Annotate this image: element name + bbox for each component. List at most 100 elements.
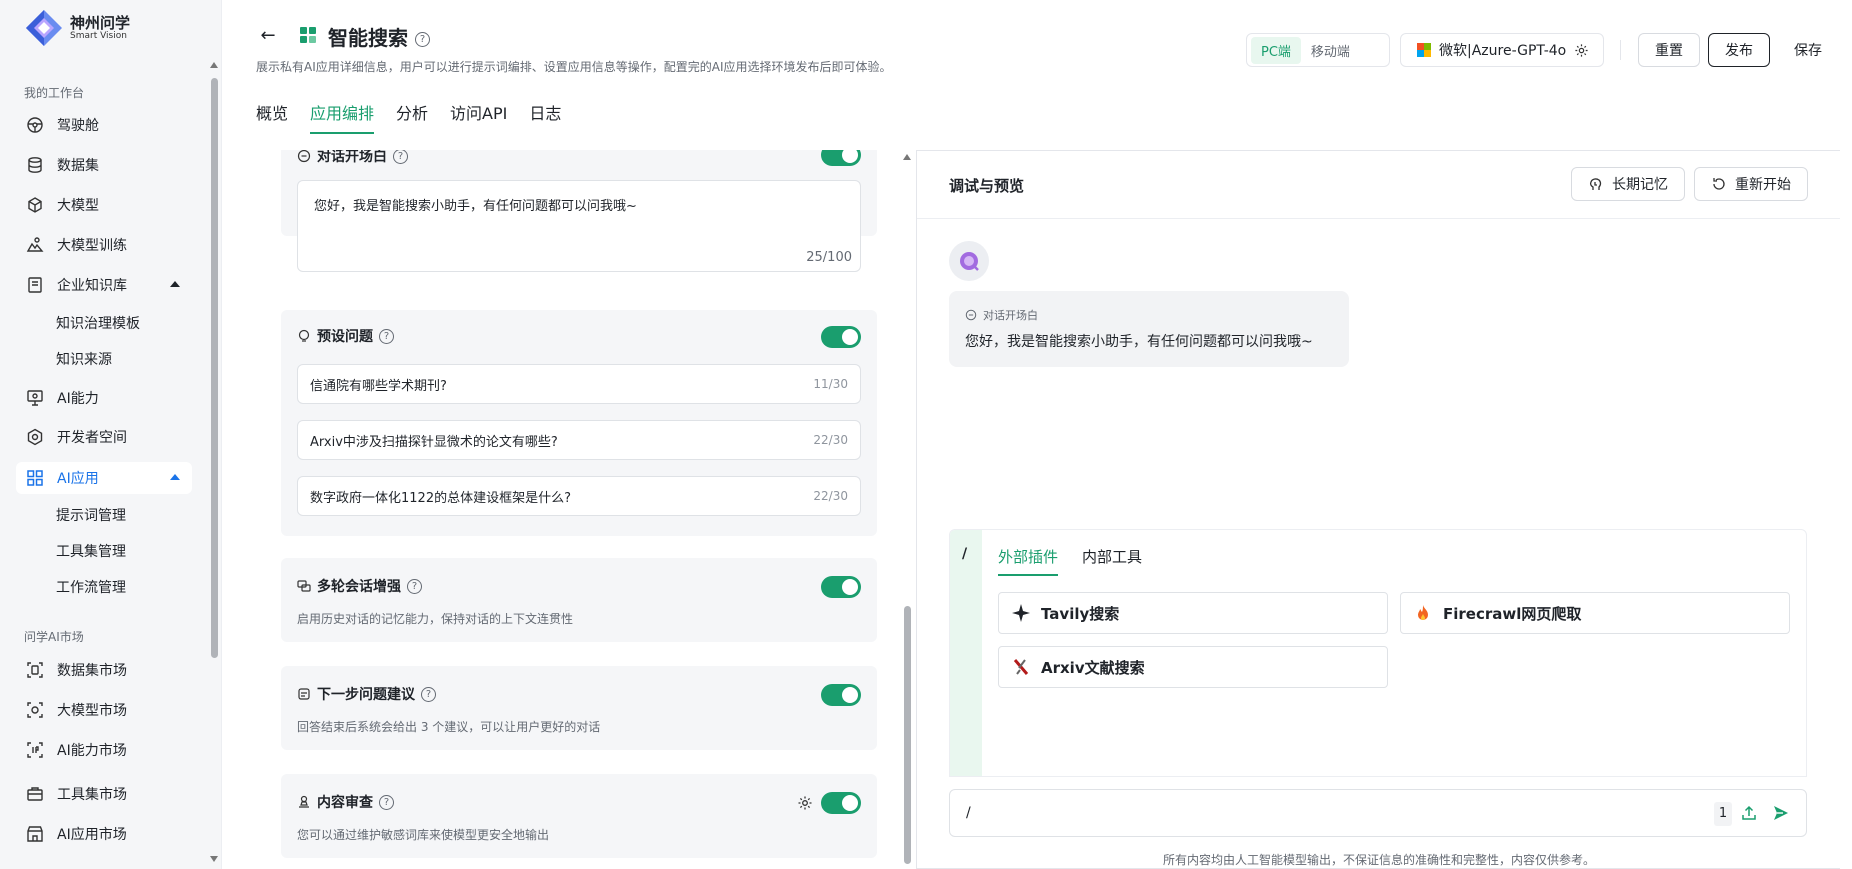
sidebar-item-label: 企业知识库 bbox=[57, 278, 127, 294]
sidebar-item-cockpit[interactable]: 驾驶舱 bbox=[16, 109, 192, 141]
tab-orchestration[interactable]: 应用编排 bbox=[310, 100, 375, 134]
page-title-text: 智能搜索 bbox=[328, 26, 408, 50]
preset-question-2[interactable]: Arxiv中涉及扫描探针显微术的论文有哪些? 22/30 bbox=[297, 420, 861, 460]
sidebar-item-tool-market[interactable]: 工具集市场 bbox=[16, 778, 192, 810]
sidebar-subitem-workflow[interactable]: 工作流管理 bbox=[56, 577, 126, 597]
sidebar-item-knowledge-base[interactable]: 企业知识库 bbox=[16, 269, 192, 301]
multiturn-card: 多轮会话增强 ? 启用历史对话的记忆能力，保持对话的上下文连贯性 bbox=[281, 558, 877, 642]
tab-api[interactable]: 访问API bbox=[450, 100, 507, 134]
sidebar-item-label: AI应用市场 bbox=[57, 827, 127, 843]
preset-card: 预设问题 ? 信通院有哪些学术期刊? 11/30 Arxiv中涉及扫描探针显微术… bbox=[281, 310, 877, 536]
back-arrow-icon[interactable]: ← bbox=[256, 24, 280, 48]
save-button[interactable]: 保存 bbox=[1780, 33, 1836, 67]
opening-count: 25/100 bbox=[806, 250, 852, 265]
platform-pc[interactable]: PC端 bbox=[1251, 36, 1301, 64]
restart-label: 重新开始 bbox=[1735, 177, 1791, 193]
toolbox-icon bbox=[27, 787, 43, 801]
divider bbox=[1620, 40, 1621, 60]
chevron-up-icon[interactable] bbox=[170, 281, 180, 287]
tab-logs[interactable]: 日志 bbox=[529, 100, 561, 134]
sidebar-subitem-knowledge-source[interactable]: 知识来源 bbox=[56, 349, 112, 369]
scroll-up-icon[interactable] bbox=[210, 62, 218, 68]
sidebar-item-ai-capability[interactable]: AI能力 bbox=[16, 382, 192, 414]
model-selector[interactable]: 微软|Azure-GPT-4o bbox=[1400, 33, 1604, 67]
plugin-arxiv[interactable]: Arxiv文献搜索 bbox=[998, 646, 1388, 688]
sidebar-scrollbar[interactable] bbox=[208, 58, 220, 864]
help-icon[interactable]: ? bbox=[421, 686, 436, 702]
restart-button[interactable]: 重新开始 bbox=[1694, 167, 1808, 201]
review-toggle[interactable] bbox=[821, 792, 861, 814]
platform-mobile[interactable]: 移动端 bbox=[1301, 37, 1360, 64]
avatar bbox=[949, 241, 989, 281]
sidebar-item-dataset[interactable]: 数据集 bbox=[16, 149, 192, 181]
gear-icon[interactable] bbox=[1574, 43, 1589, 58]
sidebar-item-model-training[interactable]: 大模型训练 bbox=[16, 229, 192, 261]
review-card: 内容审查 ? 您可以通过维护敏感词库来使模型更安全地输出 bbox=[281, 774, 877, 858]
send-icon[interactable] bbox=[1772, 804, 1790, 822]
question-text: Arxiv中涉及扫描探针显微术的论文有哪些? bbox=[310, 434, 558, 450]
plugin-tavily[interactable]: Tavily搜索 bbox=[998, 592, 1388, 634]
tab-external-plugins[interactable]: 外部插件 bbox=[998, 546, 1059, 576]
long-memory-button[interactable]: 长期记忆 bbox=[1571, 167, 1685, 201]
publish-button[interactable]: 发布 bbox=[1708, 33, 1770, 67]
plugin-popup-side: / bbox=[950, 530, 982, 776]
scrollbar-thumb[interactable] bbox=[211, 78, 218, 658]
tab-analysis[interactable]: 分析 bbox=[396, 100, 428, 134]
disclaimer: 所有内容均由人工智能模型输出，不保证信息的准确性和完整性，内容仅供参考。 bbox=[1162, 853, 1595, 867]
arxiv-icon bbox=[1013, 659, 1029, 675]
next-suggest-card: 下一步问题建议 ? 回答结束后系统会给出 3 个建议，可以让用户更好的对话 bbox=[281, 666, 877, 750]
sidebar-item-label: 大模型训练 bbox=[57, 238, 127, 254]
help-icon[interactable]: ? bbox=[379, 794, 394, 810]
platform-switch: PC端 移动端 bbox=[1246, 33, 1390, 67]
tab-overview[interactable]: 概览 bbox=[256, 100, 288, 134]
sidebar-subitem-prompt[interactable]: 提示词管理 bbox=[56, 505, 126, 525]
help-icon[interactable]: ? bbox=[407, 578, 422, 594]
long-memory-label: 长期记忆 bbox=[1612, 177, 1668, 193]
scroll-down-icon[interactable] bbox=[210, 856, 218, 862]
sidebar-item-dataset-market[interactable]: 数据集市场 bbox=[16, 654, 192, 686]
multiturn-toggle[interactable] bbox=[821, 576, 861, 598]
chat-input-value: / bbox=[966, 805, 971, 821]
gear-icon[interactable] bbox=[797, 795, 813, 811]
bubble-text: 您好，我是智能搜索小助手，有任何问题都可以问我哦~ bbox=[965, 334, 1313, 350]
plugin-tabs: 外部插件 内部工具 bbox=[998, 546, 1166, 576]
review-title: 内容审查 ? bbox=[297, 792, 394, 812]
sidebar-subitem-knowledge-template[interactable]: 知识治理模板 bbox=[56, 313, 140, 333]
plugin-label: Arxiv文献搜索 bbox=[1041, 658, 1145, 677]
preset-question-3[interactable]: 数字政府一体化1122的总体建设框架是什么? 22/30 bbox=[297, 476, 861, 516]
chevron-up-icon[interactable] bbox=[170, 474, 180, 480]
model-name: 微软|Azure-GPT-4o bbox=[1439, 43, 1567, 59]
preset-title-text: 预设问题 bbox=[317, 329, 373, 345]
preview-title: 调试与预览 bbox=[949, 177, 1025, 195]
sidebar-item-model[interactable]: 大模型 bbox=[16, 189, 192, 221]
plugin-firecrawl[interactable]: Firecrawl网页爬取 bbox=[1400, 592, 1790, 634]
reset-button[interactable]: 重置 bbox=[1638, 33, 1700, 67]
upload-icon[interactable] bbox=[1740, 804, 1758, 822]
help-icon[interactable]: ? bbox=[414, 32, 430, 47]
help-icon[interactable]: ? bbox=[379, 328, 394, 344]
opening-textarea[interactable]: 您好，我是智能搜索小助手，有任何问题都可以问我哦~ 25/100 bbox=[297, 180, 861, 272]
brand-logo[interactable]: 神州问学 Smart Vision bbox=[24, 8, 130, 48]
tab-internal-tools[interactable]: 内部工具 bbox=[1082, 546, 1142, 576]
config-panel: 对话开场白 ? 您好，我是智能搜索小助手，有任何问题都可以问我哦~ 25/100… bbox=[257, 150, 897, 869]
next-suggest-toggle[interactable] bbox=[821, 684, 861, 706]
sidebar-item-model-market[interactable]: 大模型市场 bbox=[16, 694, 192, 726]
preview-panel: 调试与预览 长期记忆 重新开始 对话开场白 您好，我是智能搜索小助手，有任何问题… bbox=[916, 150, 1840, 869]
sidebar: 神州问学 Smart Vision 我的工作台 驾驶舱 数据集 大模型 大模型训… bbox=[0, 0, 222, 869]
scrollbar-thumb[interactable] bbox=[904, 606, 911, 864]
next-suggest-title-text: 下一步问题建议 bbox=[317, 687, 415, 703]
sidebar-item-developer-space[interactable]: 开发者空间 bbox=[16, 421, 192, 453]
sidebar-subitem-toolset[interactable]: 工具集管理 bbox=[56, 541, 126, 561]
scroll-up-icon[interactable] bbox=[903, 154, 911, 160]
sidebar-item-ai-capability-market[interactable]: AI能力市场 bbox=[16, 734, 192, 766]
config-scrollbar[interactable] bbox=[901, 150, 913, 869]
scan-ai-icon bbox=[27, 742, 43, 758]
sidebar-item-ai-app-market[interactable]: AI应用市场 bbox=[16, 818, 192, 850]
preset-toggle[interactable] bbox=[821, 326, 861, 348]
sidebar-item-ai-app[interactable]: AI应用 bbox=[16, 462, 192, 494]
question-text: 数字政府一体化1122的总体建设框架是什么? bbox=[310, 490, 571, 506]
suggestion-icon bbox=[298, 688, 310, 700]
preset-question-1[interactable]: 信通院有哪些学术期刊? 11/30 bbox=[297, 364, 861, 404]
monitor-icon bbox=[27, 390, 43, 406]
chat-input[interactable]: / 1 bbox=[949, 789, 1807, 837]
